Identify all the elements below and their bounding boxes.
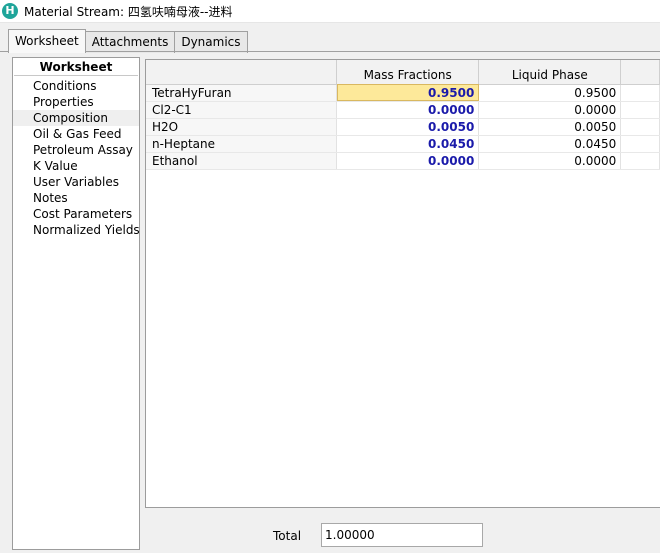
mass-fraction-cell[interactable]: 0.9500 xyxy=(336,84,480,102)
header-liquid-phase[interactable]: Liquid Phase xyxy=(478,60,622,85)
table-row: TetraHyFuran 0.9500 0.9500 xyxy=(146,84,660,102)
nav-item-properties[interactable]: Properties xyxy=(13,94,139,110)
title-bar: H Material Stream: 四氢呋喃母液--进料 xyxy=(0,0,660,23)
nav-item-petroleum-assay[interactable]: Petroleum Assay xyxy=(13,142,139,158)
nav-item-normalized-yields[interactable]: Normalized Yields xyxy=(13,222,140,238)
empty-cell xyxy=(620,152,660,170)
mass-fraction-cell[interactable]: 0.0000 xyxy=(336,101,480,119)
composition-table: Mass Fractions Liquid Phase TetraHyFuran… xyxy=(146,60,660,170)
empty-cell xyxy=(620,84,660,102)
empty-cell xyxy=(620,118,660,136)
mass-fraction-cell[interactable]: 0.0000 xyxy=(336,152,480,170)
total-label: Total xyxy=(273,529,302,543)
mass-fraction-cell[interactable]: 0.0050 xyxy=(336,118,480,136)
liquid-phase-cell[interactable]: 0.0000 xyxy=(478,152,622,170)
table-row: Ethanol 0.0000 0.0000 xyxy=(146,152,660,170)
tab-strip: Worksheet Attachments Dynamics xyxy=(8,29,248,53)
composition-grid: Mass Fractions Liquid Phase TetraHyFuran… xyxy=(145,59,660,508)
nav-list: Conditions Properties Composition Oil & … xyxy=(13,76,140,238)
component-name: Cl2-C1 xyxy=(146,101,338,119)
header-mass-fractions[interactable]: Mass Fractions xyxy=(336,60,480,85)
empty-cell xyxy=(620,135,660,153)
nav-item-oil-gas-feed[interactable]: Oil & Gas Feed xyxy=(13,126,139,142)
tab-attachments[interactable]: Attachments xyxy=(84,31,176,53)
nav-item-notes[interactable]: Notes xyxy=(13,190,139,206)
worksheet-nav: Worksheet Conditions Properties Composit… xyxy=(12,57,140,550)
nav-item-cost-parameters[interactable]: Cost Parameters xyxy=(13,206,139,222)
header-extra xyxy=(620,60,660,85)
nav-header: Worksheet xyxy=(14,58,138,76)
table-row: Cl2-C1 0.0000 0.0000 xyxy=(146,101,660,119)
header-corner xyxy=(146,60,338,85)
component-name: TetraHyFuran xyxy=(146,84,338,102)
tab-divider xyxy=(0,51,660,52)
tab-worksheet[interactable]: Worksheet xyxy=(8,29,86,53)
nav-item-composition[interactable]: Composition xyxy=(13,110,139,126)
mass-fraction-cell[interactable]: 0.0450 xyxy=(336,135,480,153)
nav-item-k-value[interactable]: K Value xyxy=(13,158,139,174)
component-name: H2O xyxy=(146,118,338,136)
nav-item-conditions[interactable]: Conditions xyxy=(13,78,139,94)
tab-dynamics[interactable]: Dynamics xyxy=(174,31,248,53)
nav-item-user-variables[interactable]: User Variables xyxy=(13,174,139,190)
table-row: H2O 0.0050 0.0050 xyxy=(146,118,660,136)
window-title: Material Stream: 四氢呋喃母液--进料 xyxy=(24,4,233,19)
component-name: n-Heptane xyxy=(146,135,338,153)
liquid-phase-cell[interactable]: 0.0450 xyxy=(478,135,622,153)
liquid-phase-cell[interactable]: 0.0050 xyxy=(478,118,622,136)
total-value-field[interactable]: 1.00000 xyxy=(321,523,483,547)
hysys-app-icon[interactable]: H xyxy=(2,3,18,19)
liquid-phase-cell[interactable]: 0.9500 xyxy=(478,84,622,102)
table-row: n-Heptane 0.0450 0.0450 xyxy=(146,135,660,153)
component-name: Ethanol xyxy=(146,152,338,170)
table-header-row: Mass Fractions Liquid Phase xyxy=(146,60,660,85)
empty-cell xyxy=(620,101,660,119)
liquid-phase-cell[interactable]: 0.0000 xyxy=(478,101,622,119)
